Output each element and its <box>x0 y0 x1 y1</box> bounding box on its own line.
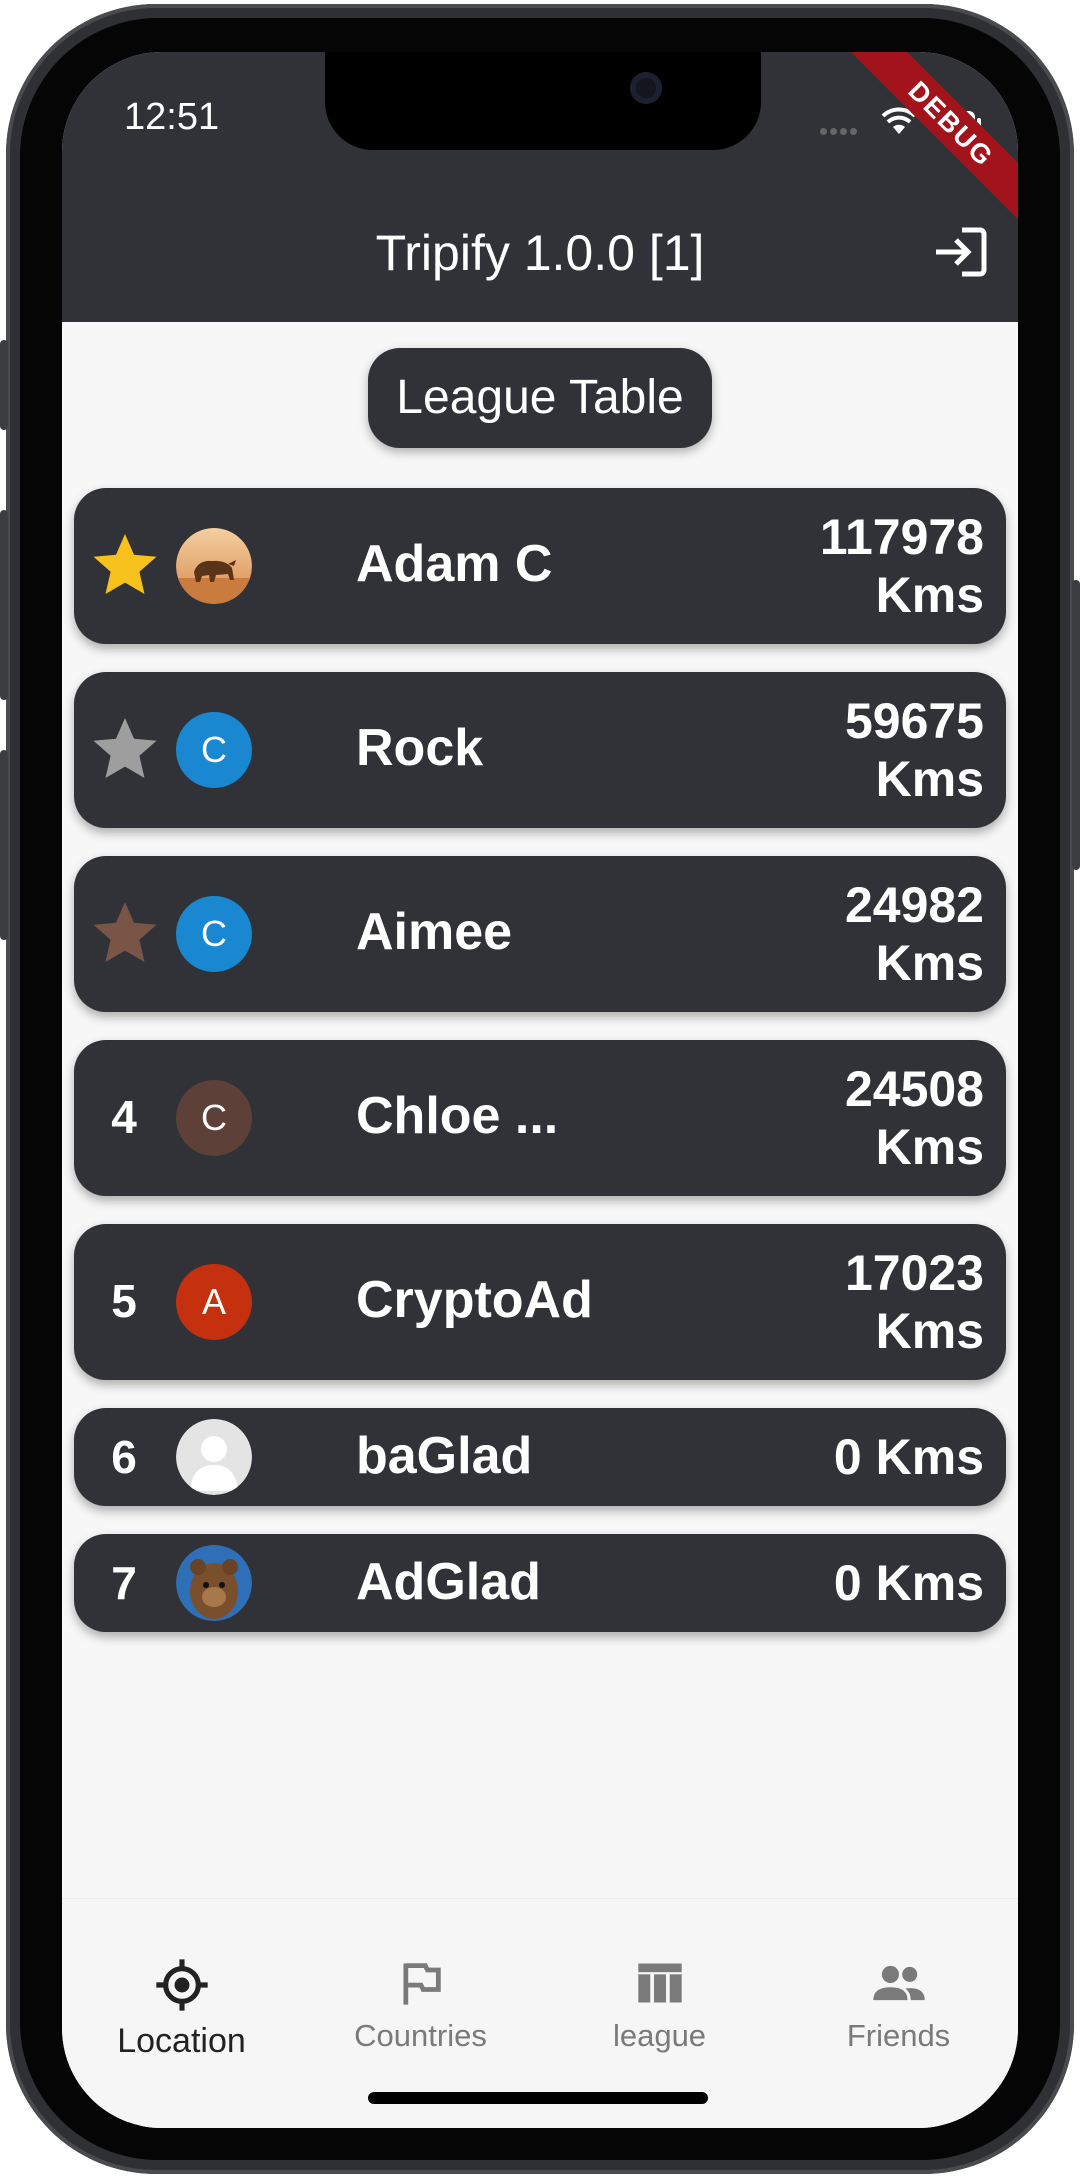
gold-star-icon <box>93 534 157 594</box>
logout-icon[interactable] <box>932 226 988 278</box>
debug-banner: DEBUG <box>848 52 1018 227</box>
rank-number: 6 <box>111 1431 137 1483</box>
power-button <box>1072 580 1080 870</box>
screen: 12:51 DEBUG Tripify 1.0.0 [1] League Tab… <box>62 52 1018 2128</box>
avatar: C <box>176 1080 252 1156</box>
app-title: Tripify 1.0.0 [1] <box>375 225 705 281</box>
player-distance: 17023 Kms <box>844 1245 984 1359</box>
rank-number: 4 <box>111 1091 137 1143</box>
player-name: Aimee <box>356 903 513 961</box>
location-crosshair-icon <box>155 1959 208 2011</box>
player-name: Chloe ... <box>356 1087 559 1145</box>
player-distance: 0 Kms <box>833 1555 984 1611</box>
league-row-1[interactable]: Adam C 117978 Kms <box>74 488 1006 644</box>
bronze-star-icon <box>93 902 157 962</box>
volume-up-button <box>0 510 8 700</box>
player-distance: 24982 Kms <box>844 877 984 991</box>
player-distance: 24508 Kms <box>844 1061 984 1175</box>
player-name: baGlad <box>356 1427 533 1485</box>
avatar: C <box>176 896 252 972</box>
avatar: A <box>176 1264 252 1340</box>
app-bar: 12:51 DEBUG Tripify 1.0.0 [1] <box>62 52 1018 322</box>
player-distance: 0 Kms <box>833 1429 984 1485</box>
league-row-6[interactable]: 6 baGlad 0 Kms <box>74 1408 1006 1506</box>
nav-label: Location <box>117 2022 246 2060</box>
flag-icon <box>402 1963 441 2005</box>
rank-number: 5 <box>111 1275 137 1327</box>
player-name: Adam C <box>356 535 553 593</box>
avatar: C <box>176 712 252 788</box>
player-name: CryptoAd <box>356 1271 593 1329</box>
league-row-4[interactable]: 4 C Chloe ... 24508 Kms <box>74 1040 1006 1196</box>
nav-label: league <box>612 2018 707 2053</box>
nav-item-countries[interactable]: Countries <box>301 1957 540 2054</box>
nav-item-league[interactable]: league <box>540 1957 779 2054</box>
league-row-2[interactable]: C Rock 59675 Kms <box>74 672 1006 828</box>
nav-item-friends[interactable]: Friends <box>779 1957 1018 2054</box>
league-row-5[interactable]: 5 A CryptoAd 17023 Kms <box>74 1224 1006 1380</box>
table-icon <box>637 1963 682 2003</box>
avatar-placeholder-icon <box>176 1419 252 1495</box>
status-time: 12:51 <box>124 96 220 138</box>
nav-item-location[interactable]: Location <box>62 1957 301 2061</box>
people-icon <box>872 1965 925 2001</box>
player-name: Rock <box>356 719 484 777</box>
league-table-title: League Table <box>368 348 712 448</box>
player-distance: 117978 Kms <box>819 509 984 623</box>
league-row-7[interactable]: 7 AdGlad 0 Kms <box>74 1534 1006 1632</box>
silver-star-icon <box>93 718 157 778</box>
player-distance: 59675 Kms <box>844 693 984 807</box>
mute-switch <box>0 340 8 430</box>
league-row-3[interactable]: C Aimee 24982 Kms <box>74 856 1006 1012</box>
nav-label: Friends <box>846 2018 951 2053</box>
player-name: AdGlad <box>356 1553 541 1611</box>
volume-down-button <box>0 750 8 940</box>
rank-number: 7 <box>111 1557 137 1609</box>
nav-label: Countries <box>354 2018 487 2053</box>
signal-icon <box>820 122 860 140</box>
home-indicator <box>368 2092 708 2104</box>
camera-icon <box>630 72 662 104</box>
notch <box>325 52 761 150</box>
avatar-photo-quokka <box>176 1545 252 1621</box>
avatar-photo-bison <box>176 528 252 604</box>
